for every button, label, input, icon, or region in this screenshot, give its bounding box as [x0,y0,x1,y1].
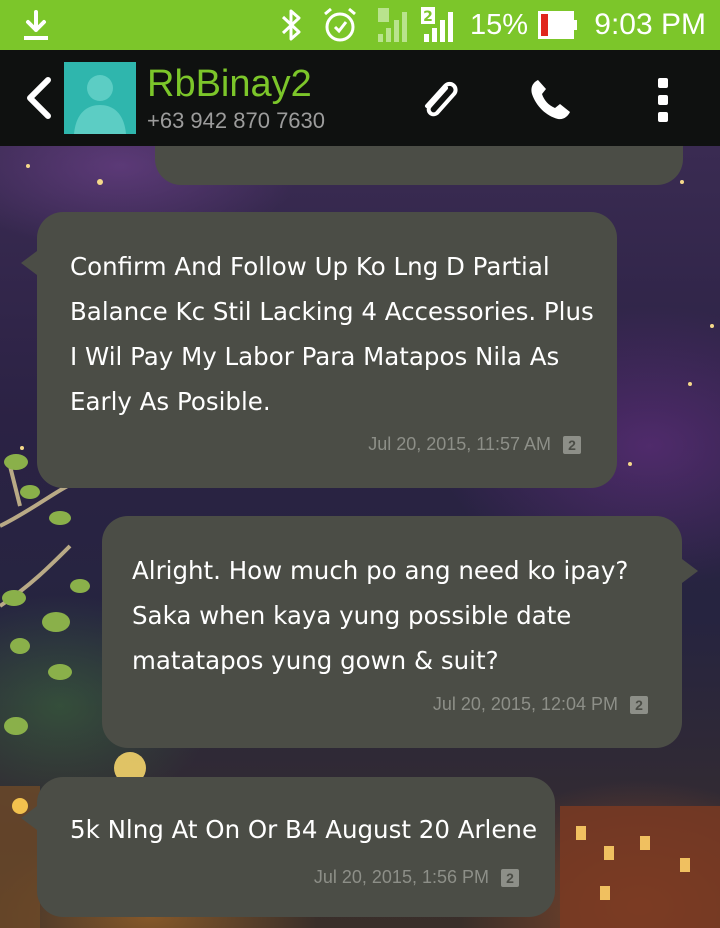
message-meta: Jul 20, 2015, 11:57 AM 2 [368,434,581,455]
contact-avatar[interactable] [64,62,136,134]
conversation-header: RbBinay2 +63 942 870 7630 [0,50,720,146]
contact-phone: +63 942 870 7630 [147,108,326,133]
alarm-icon [324,7,356,42]
avatar-icon [74,75,126,134]
status-bar: 2 15% 9:03 PM [0,0,720,50]
back-arrow-icon[interactable] [18,74,58,122]
message-text: Confirm And Follow Up Ko Lng D Partial B… [70,252,594,416]
message-text: Alright. How much po ang need ko ipay? S… [132,556,629,675]
sim-badge: 2 [501,868,519,887]
contact-name: RbBinay2 [147,63,312,105]
message-timestamp: Jul 20, 2015, 1:56 PM [313,867,489,887]
message-bubble-received[interactable]: Confirm And Follow Up Ko Lng D Partial B… [21,212,617,488]
paperclip-icon[interactable] [416,76,464,124]
download-icon [24,10,48,40]
message-list[interactable]: Confirm And Follow Up Ko Lng D Partial B… [0,146,720,928]
svg-text:2: 2 [423,9,433,25]
battery-percent: 15% [470,8,529,41]
message-bubble-sent[interactable] [155,146,683,185]
sim-badge: 2 [630,695,648,714]
signal-sim1-icon [378,8,407,42]
message-meta: Jul 20, 2015, 1:56 PM 2 [314,867,519,888]
bubble-tail [21,803,41,833]
bubble-tail [21,248,41,278]
message-timestamp: Jul 20, 2015, 11:57 AM [368,434,551,454]
bubble-tail [678,556,698,586]
message-bubble-sent[interactable]: Alright. How much po ang need ko ipay? S… [102,516,698,748]
status-time: 9:03 PM [594,8,706,41]
message-timestamp: Jul 20, 2015, 12:04 PM [432,694,618,714]
bluetooth-icon [281,9,301,41]
message-bubble-received[interactable]: 5k Nlng At On Or B4 August 20 Arlene Jul… [21,777,555,917]
sim-badge: 2 [563,435,581,454]
battery-icon [538,11,577,39]
message-text: 5k Nlng At On Or B4 August 20 Arlene [70,815,538,844]
message-meta: Jul 20, 2015, 12:04 PM 2 [433,694,648,715]
signal-sim2-icon: 2 [421,7,453,42]
phone-icon[interactable] [526,76,574,124]
more-vert-icon[interactable] [640,76,688,124]
